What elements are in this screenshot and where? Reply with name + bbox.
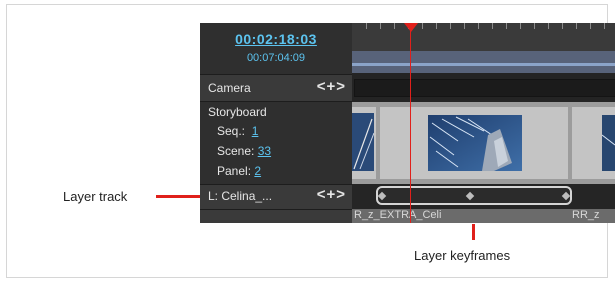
scene-line: Scene: 33: [217, 144, 271, 158]
camera-row-controls[interactable]: <+>: [317, 78, 346, 95]
ruler-tick: [422, 23, 423, 29]
seq-line: Seq.: 1: [217, 124, 258, 138]
panel-thumbnail-current[interactable]: [380, 107, 568, 179]
row-divider: [200, 184, 352, 185]
ruler-tick: [576, 23, 577, 29]
scene-strip: [352, 51, 615, 73]
ruler-tick: [604, 23, 605, 29]
playhead-line[interactable]: [410, 23, 411, 223]
panel-thumbnail-next[interactable]: [572, 107, 615, 179]
panel-image: [428, 115, 522, 171]
layer-keyframes-callout-label: Layer keyframes: [414, 248, 511, 263]
layer-row-controls[interactable]: <+>: [317, 186, 346, 203]
panel-image: [602, 115, 615, 171]
camera-row-label: Camera: [208, 81, 251, 95]
footer-track-label-right: RR_z: [572, 209, 600, 221]
seq-label: Seq.:: [217, 124, 246, 138]
panel-image: [352, 113, 374, 171]
ruler-tick: [520, 23, 521, 29]
panel-link[interactable]: 2: [254, 164, 261, 178]
layer-track-leader-line: [156, 195, 200, 198]
ruler-tick: [478, 23, 479, 29]
panel-label: Panel:: [217, 164, 252, 178]
panel-line: Panel: 2: [217, 164, 261, 178]
storyboard-title: Storyboard: [208, 105, 267, 119]
timeline-screenshot: 00:02:18:03 00:07:04:09 Camera <+> Story…: [200, 23, 615, 223]
playhead-marker[interactable]: [404, 23, 418, 32]
ruler-tick: [506, 23, 507, 29]
time-ruler[interactable]: [352, 23, 615, 51]
ruler-tick: [534, 23, 535, 29]
layer-track-callout-label: Layer track: [63, 189, 128, 204]
ruler-tick: [562, 23, 563, 29]
ruler-tick: [394, 23, 395, 29]
ruler-tick: [464, 23, 465, 29]
ruler-tick: [380, 23, 381, 29]
timeline-area[interactable]: R_z_EXTRA_Celi RR_z: [352, 23, 615, 223]
layer-row-label[interactable]: L: Celina_...: [208, 189, 272, 203]
ruler-tick: [450, 23, 451, 29]
current-timecode[interactable]: 00:02:18:03: [200, 31, 352, 47]
scene-label: Scene:: [217, 144, 255, 158]
footer-track-label-left: R_z_EXTRA_Celi: [354, 209, 442, 221]
row-divider: [200, 209, 352, 210]
seq-link[interactable]: 1: [252, 124, 259, 138]
layer-keyframes-leader-line: [472, 224, 475, 240]
row-divider: [200, 74, 352, 75]
panel-thumbnail-prev[interactable]: [352, 107, 376, 179]
ruler-tick: [492, 23, 493, 29]
scene-link[interactable]: 33: [258, 144, 271, 158]
camera-track-bar: [354, 79, 615, 97]
timecode-box: 00:02:18:03 00:07:04:09: [200, 23, 352, 74]
layer-header-panel: 00:02:18:03 00:07:04:09 Camera <+> Story…: [200, 23, 352, 223]
total-timecode: 00:07:04:09: [246, 52, 306, 64]
ruler-tick: [548, 23, 549, 29]
ruler-tick: [366, 23, 367, 29]
ruler-tick: [590, 23, 591, 29]
ruler-tick: [436, 23, 437, 29]
storyboard-info-box: Storyboard Seq.: 1 Scene: 33 Panel: 2: [200, 102, 352, 184]
scene-strip-line: [352, 63, 615, 66]
